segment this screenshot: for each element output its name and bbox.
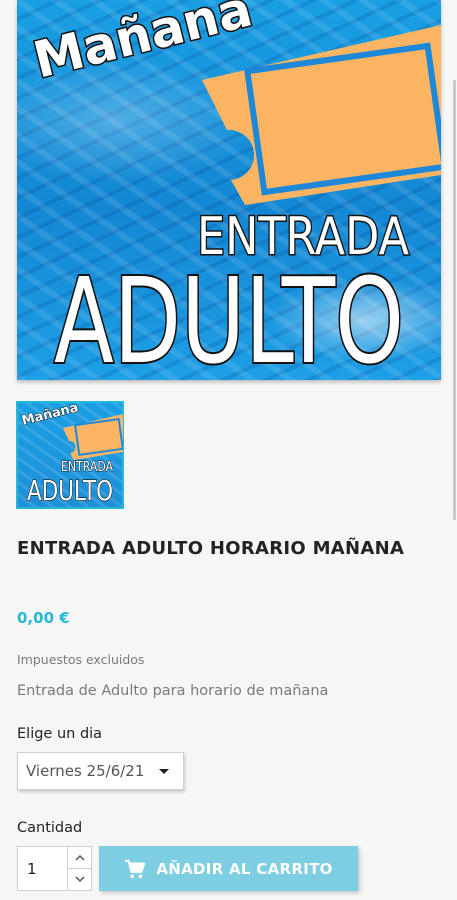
ticket-inner-frame xyxy=(244,42,441,196)
variant-label: Elige un dia xyxy=(17,726,103,742)
day-select-value: Viernes 25/6/21 xyxy=(26,762,145,780)
quantity-label: Cantidad xyxy=(17,820,83,836)
thumbnail-artwork: Mañana ENTRADA ADULTO xyxy=(20,402,123,508)
quantity-increase-button[interactable] xyxy=(67,846,92,869)
day-select[interactable]: Viernes 25/6/21 xyxy=(17,752,184,790)
product-thumbnail[interactable]: Mañana ENTRADA ADULTO xyxy=(16,401,124,509)
product-image-artwork: Mañana ENTRADA ADULTO xyxy=(26,0,441,380)
scrollbar[interactable] xyxy=(453,80,456,520)
thumb-word-big: ADULTO xyxy=(27,474,113,507)
image-word-big: ADULTO xyxy=(54,252,404,380)
add-to-cart-button[interactable]: AÑADIR AL CARRITO xyxy=(99,846,358,891)
chevron-down-icon xyxy=(159,769,169,774)
chevron-down-icon xyxy=(75,876,85,883)
cart-icon xyxy=(125,859,146,878)
quantity-decrease-button[interactable] xyxy=(67,868,92,891)
thumb-word-mid: ENTRADA xyxy=(61,460,113,475)
tax-note: Impuestos excluidos xyxy=(17,652,145,667)
add-to-cart-label: AÑADIR AL CARRITO xyxy=(156,859,333,878)
chevron-up-icon xyxy=(75,854,85,861)
product-main-image[interactable]: Mañana ENTRADA ADULTO xyxy=(17,0,441,380)
product-price: 0,00 € xyxy=(17,609,70,627)
product-title: ENTRADA ADULTO HORARIO MAÑANA xyxy=(17,538,405,559)
thumb-ticket-frame xyxy=(73,417,123,457)
quantity-input[interactable] xyxy=(17,846,68,891)
product-description: Entrada de Adulto para horario de mañana xyxy=(17,683,329,699)
thumb-word-top: Mañana xyxy=(20,402,80,429)
